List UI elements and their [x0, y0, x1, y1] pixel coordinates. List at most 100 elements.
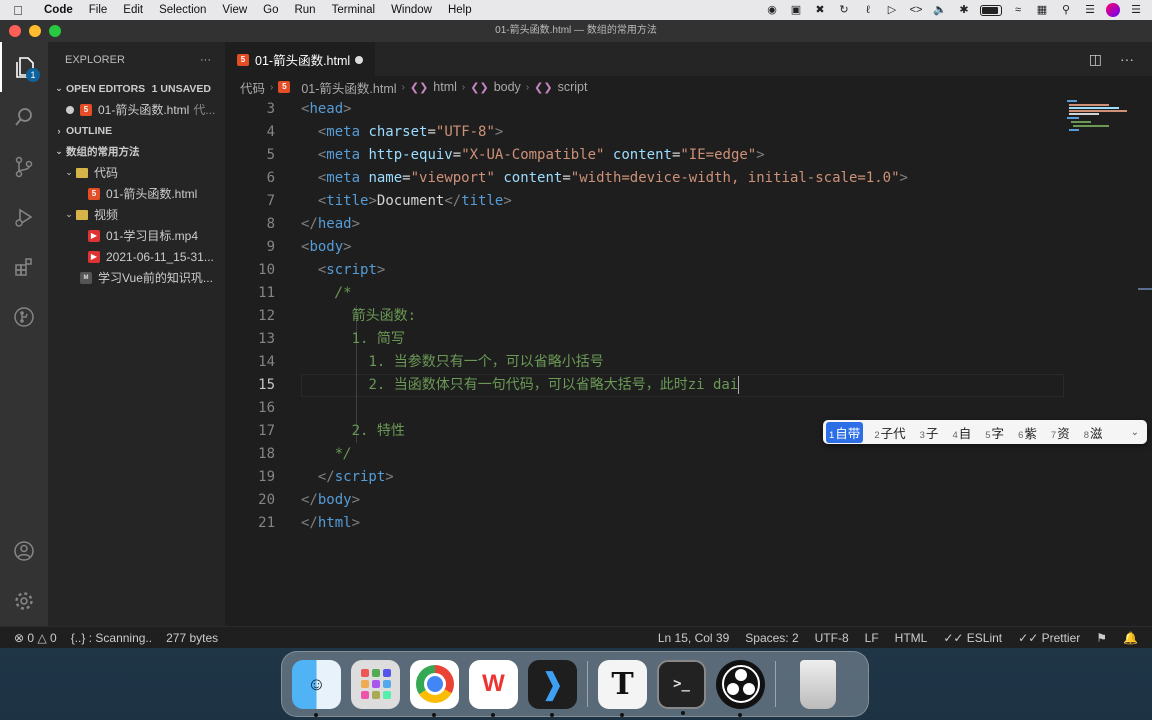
scanning-status[interactable]: {..} : Scanning..: [71, 631, 152, 645]
scroll-marker: [1138, 288, 1152, 290]
unsaved-dot-icon: [66, 105, 74, 114]
tree-folder-video[interactable]: ⌄ 视频: [48, 204, 225, 225]
tree-file-mp4[interactable]: ▶ 01-学习目标.mp4: [48, 225, 225, 246]
close-window-button[interactable]: [9, 25, 21, 37]
menu-app[interactable]: Code: [36, 0, 81, 20]
cursor-position[interactable]: Ln 15, Col 39: [658, 631, 729, 645]
input-method-icon[interactable]: ▦: [1034, 3, 1050, 17]
manage-activity[interactable]: [0, 576, 48, 626]
eslint-status[interactable]: ✓✓ ESLint: [943, 631, 1002, 645]
unsaved-dot-icon[interactable]: [355, 55, 363, 64]
breadcrumb-item[interactable]: 01-箭头函数.html: [301, 78, 396, 97]
tree-folder-code[interactable]: ⌄ 代码: [48, 162, 225, 183]
run-debug-activity[interactable]: [0, 192, 48, 242]
accounts-activity[interactable]: [0, 526, 48, 576]
menu-run[interactable]: Run: [286, 0, 323, 20]
wps-tray-icon[interactable]: ▣: [788, 3, 804, 17]
menu-terminal[interactable]: Terminal: [324, 0, 383, 20]
explorer-activity[interactable]: 1: [0, 42, 48, 92]
breadcrumb-item[interactable]: body: [494, 80, 521, 94]
sync-tray-icon[interactable]: ↻: [836, 3, 852, 17]
encoding[interactable]: UTF-8: [815, 631, 849, 645]
code-line: 8 </head>: [266, 216, 361, 232]
search-icon[interactable]: ⚲: [1058, 3, 1074, 17]
indentation[interactable]: Spaces: 2: [745, 631, 798, 645]
apple-icon[interactable]: : [0, 3, 36, 18]
finder-dock-icon[interactable]: ☺: [292, 659, 341, 717]
siri-icon[interactable]: [1106, 3, 1120, 17]
obs-tray-icon[interactable]: ◉: [764, 3, 780, 17]
play-tray-icon[interactable]: ▷: [884, 3, 900, 17]
minimize-window-button[interactable]: [29, 25, 41, 37]
ime-candidate-2[interactable]: 2 子代: [871, 422, 908, 443]
app-tray-icon[interactable]: ✖: [812, 3, 828, 17]
language-mode[interactable]: HTML: [895, 631, 928, 645]
breadcrumb-item[interactable]: html: [433, 80, 457, 94]
more-actions-icon[interactable]: ···: [200, 54, 211, 66]
code-line: 9 <body>: [266, 239, 352, 255]
wps-dock-icon[interactable]: W: [469, 659, 518, 717]
minimap[interactable]: [1065, 98, 1139, 158]
outline-section[interactable]: › OUTLINE: [48, 120, 225, 141]
bluetooth-icon[interactable]: ✱: [956, 3, 972, 17]
launchpad-dock-icon[interactable]: [351, 659, 400, 709]
code-tray-icon[interactable]: <>: [908, 3, 924, 17]
ime-candidate-4[interactable]: 4自: [949, 422, 974, 443]
terminal-dock-icon[interactable]: >_: [657, 659, 706, 715]
wifi-icon[interactable]: ≈: [1010, 3, 1026, 17]
split-editor-icon[interactable]: ◫: [1089, 51, 1102, 68]
menu-window[interactable]: Window: [383, 0, 440, 20]
search-icon: [15, 108, 32, 126]
problems-indicator[interactable]: ⊗ 0 △ 0: [14, 631, 57, 645]
menu-file[interactable]: File: [81, 0, 116, 20]
trash-dock-icon[interactable]: [800, 659, 836, 709]
extensions-activity[interactable]: [0, 242, 48, 292]
ime-candidate-6[interactable]: 6紫: [1015, 422, 1040, 443]
breadcrumb-item[interactable]: 代码: [240, 78, 265, 97]
menu-selection[interactable]: Selection: [151, 0, 214, 20]
open-editors-section[interactable]: ⌄ OPEN EDITORS 1 UNSAVED: [48, 78, 225, 99]
battery-icon[interactable]: [980, 4, 1002, 16]
code-line: 20 </body>: [258, 492, 361, 508]
more-actions-icon[interactable]: ···: [1120, 51, 1134, 67]
code-editor[interactable]: 3 <head> 4 <meta charset="UTF-8"> 5 <meta…: [225, 98, 1065, 618]
ime-candidate-8[interactable]: 8滋: [1081, 422, 1106, 443]
menu-view[interactable]: View: [214, 0, 255, 20]
gitlens-activity[interactable]: [0, 292, 48, 342]
zoom-window-button[interactable]: [49, 25, 61, 37]
end-of-line[interactable]: LF: [865, 631, 879, 645]
tree-file-recording[interactable]: ▶ 2021-06-11_15-31...: [48, 246, 225, 267]
control-center-icon[interactable]: ☰: [1082, 3, 1098, 17]
feedback-icon[interactable]: ⚑: [1096, 631, 1107, 645]
script-tray-icon[interactable]: ℓ: [860, 3, 876, 17]
obs-dock-icon[interactable]: [716, 659, 765, 717]
bell-icon[interactable]: 🔔: [1123, 631, 1138, 645]
menu-help[interactable]: Help: [440, 0, 480, 20]
tree-file-markdown[interactable]: M 学习Vue前的知识巩...: [48, 267, 225, 288]
breadcrumb-item[interactable]: script: [558, 80, 588, 94]
open-editor-item[interactable]: 5 01-箭头函数.html 代...: [48, 99, 225, 120]
search-activity[interactable]: [0, 92, 48, 142]
workspace-root-section[interactable]: ⌄ 数组的常用方法: [48, 141, 225, 162]
ime-candidate-5[interactable]: 5字: [982, 422, 1007, 443]
ime-candidate-3[interactable]: 3子: [917, 422, 942, 443]
menu-edit[interactable]: Edit: [115, 0, 151, 20]
vscode-dock-icon[interactable]: ❱: [528, 659, 577, 717]
open-editor-label: 01-箭头函数.html: [98, 103, 190, 117]
source-control-activity[interactable]: [0, 142, 48, 192]
menu-go[interactable]: Go: [255, 0, 286, 20]
ime-candidate-1[interactable]: 1 自带: [826, 421, 864, 443]
code-line: 7 <title>Document</title>: [266, 193, 512, 209]
prettier-status[interactable]: ✓✓ Prettier: [1018, 631, 1080, 645]
vertical-scrollbar[interactable]: [1138, 98, 1152, 626]
dock-separator: [587, 661, 588, 707]
chevron-down-icon[interactable]: ⌄: [1131, 427, 1139, 438]
tab-arrow-function-html[interactable]: 5 01-箭头函数.html: [225, 42, 375, 76]
outline-label: OUTLINE: [66, 124, 113, 137]
ime-candidate-7[interactable]: 7资: [1048, 422, 1073, 443]
tree-file-arrow-html[interactable]: 5 01-箭头函数.html: [48, 183, 225, 204]
volume-icon[interactable]: 🔈: [932, 3, 948, 17]
typora-dock-icon[interactable]: T: [598, 659, 647, 717]
chrome-dock-icon[interactable]: [410, 659, 459, 717]
notification-icon[interactable]: ☰: [1128, 3, 1144, 17]
